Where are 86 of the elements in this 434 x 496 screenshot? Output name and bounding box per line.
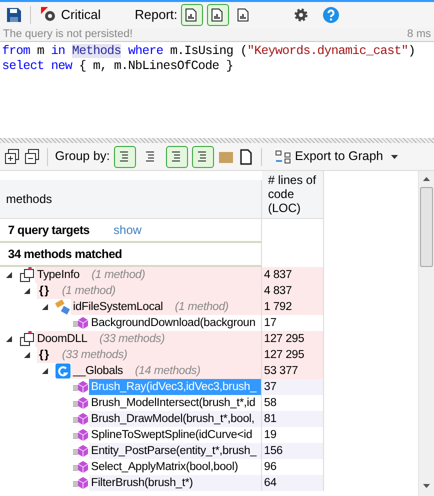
loc-cell: 156: [262, 443, 324, 459]
help-icon[interactable]: [323, 7, 340, 23]
expanded-arrow-icon[interactable]: [23, 351, 31, 359]
column-header[interactable]: methods: [0, 180, 262, 219]
report-label: Report:: [134, 6, 178, 24]
scrollbar-thumb[interactable]: [420, 187, 433, 267]
loc-cell: 4 837: [262, 267, 324, 283]
assembly-icon: [19, 267, 35, 283]
loc-cell: 96: [262, 459, 324, 475]
assembly-icon: [19, 331, 35, 347]
tree-row[interactable]: FilterBrush(brush_t*): [89, 475, 261, 491]
method-count: (1 method): [62, 284, 116, 299]
tree-row[interactable]: DoomDLL (33 methods): [35, 331, 261, 347]
method-count: (14 methods): [134, 364, 200, 379]
loc-cell: 19: [262, 427, 324, 443]
file-icon: [238, 148, 254, 164]
method-count: (1 method): [92, 268, 146, 283]
loc-cell: 127 295: [262, 347, 324, 363]
method-count: (33 methods): [99, 332, 165, 347]
item-name: {}: [39, 348, 50, 363]
dropdown-caret-icon: [391, 154, 398, 158]
report-icon: [211, 8, 226, 22]
group-by-button[interactable]: [166, 146, 188, 168]
item-name: idFileSystemLocal: [73, 300, 163, 315]
loc-cell: 53 377: [262, 363, 324, 379]
loc-cell: 127 295: [262, 331, 324, 347]
group-by-button[interactable]: [192, 146, 214, 168]
gear-warning-icon: [41, 7, 57, 23]
group-by-label: Group by:: [55, 148, 110, 166]
expanded-arrow-icon[interactable]: [41, 367, 49, 375]
loc-cell: 17: [262, 315, 324, 331]
loc-cell: 1 792: [262, 299, 324, 315]
method-icon: [73, 315, 89, 331]
method-icon: [73, 379, 89, 395]
tree-row[interactable]: __Globals (14 methods): [71, 363, 261, 379]
item-name: DoomDLL: [37, 332, 88, 347]
loc-cell: 37: [262, 379, 324, 395]
tree-row[interactable]: TypeInfo (1 method): [35, 267, 261, 283]
show-link[interactable]: show: [114, 221, 142, 239]
tree-row[interactable]: idFileSystemLocal (1 method): [71, 299, 261, 315]
method-icon: [73, 475, 89, 491]
scroll-up-icon[interactable]: [423, 177, 430, 181]
method-count: (33 methods): [62, 348, 128, 363]
item-name: {}: [39, 284, 50, 299]
method-icon: [73, 411, 89, 427]
report-button[interactable]: [181, 4, 204, 26]
tree-row[interactable]: {} (33 methods): [37, 347, 261, 363]
globals-icon: [55, 363, 71, 379]
status-message: The query is not persisted!: [3, 27, 133, 42]
summary-text: 7 query targets: [8, 222, 90, 239]
settings-icon[interactable]: [293, 7, 310, 23]
tree-row[interactable]: {} (1 method): [37, 283, 261, 299]
method-icon: [73, 395, 89, 411]
method-icon: [73, 459, 89, 475]
item-name: FilterBrush(brush_t*): [91, 476, 193, 491]
expanded-arrow-icon[interactable]: [41, 303, 49, 311]
class-icon: [55, 299, 71, 315]
critical-button[interactable]: Critical: [39, 5, 103, 25]
expand-all-icon: [4, 148, 20, 164]
method-count: (1 method): [174, 300, 229, 315]
scroll-down-icon[interactable]: [423, 484, 430, 488]
loc-cell: 58: [262, 395, 324, 411]
loc-cell: 81: [262, 411, 324, 427]
item-name: TypeInfo: [37, 268, 80, 283]
save-icon: [6, 7, 22, 23]
method-icon: [73, 443, 89, 459]
item-name: Select_ApplyMatrix(bool,bool): [91, 460, 238, 475]
export-to-graph-button[interactable]: Export to Graph: [274, 147, 398, 166]
report-button[interactable]: [207, 4, 230, 26]
loc-cell: 4 837: [262, 283, 324, 299]
item-name: __Globals: [73, 364, 123, 379]
vertical-scrollbar[interactable]: [418, 171, 434, 496]
column-header[interactable]: # lines of code (LOC): [262, 171, 324, 219]
expanded-arrow-icon[interactable]: [5, 335, 13, 343]
expanded-arrow-icon[interactable]: [5, 271, 13, 279]
graph-icon: [274, 150, 291, 164]
expanded-arrow-icon[interactable]: [23, 287, 31, 295]
report-icon: [237, 8, 252, 22]
method-icon: [73, 427, 89, 443]
loc-cell: 64: [262, 475, 324, 491]
group-by-button[interactable]: [114, 146, 136, 168]
query-editor[interactable]: from m in Methods where m.IsUsing ("Keywords.dynamic_cast") select new { m, m.NbLinesOfCode }: [0, 42, 434, 138]
summary-text: 34 methods matched: [8, 246, 122, 263]
query-time: 8 ms: [407, 27, 431, 42]
report-icon: [185, 8, 200, 22]
collapse-all-icon: [24, 148, 40, 164]
